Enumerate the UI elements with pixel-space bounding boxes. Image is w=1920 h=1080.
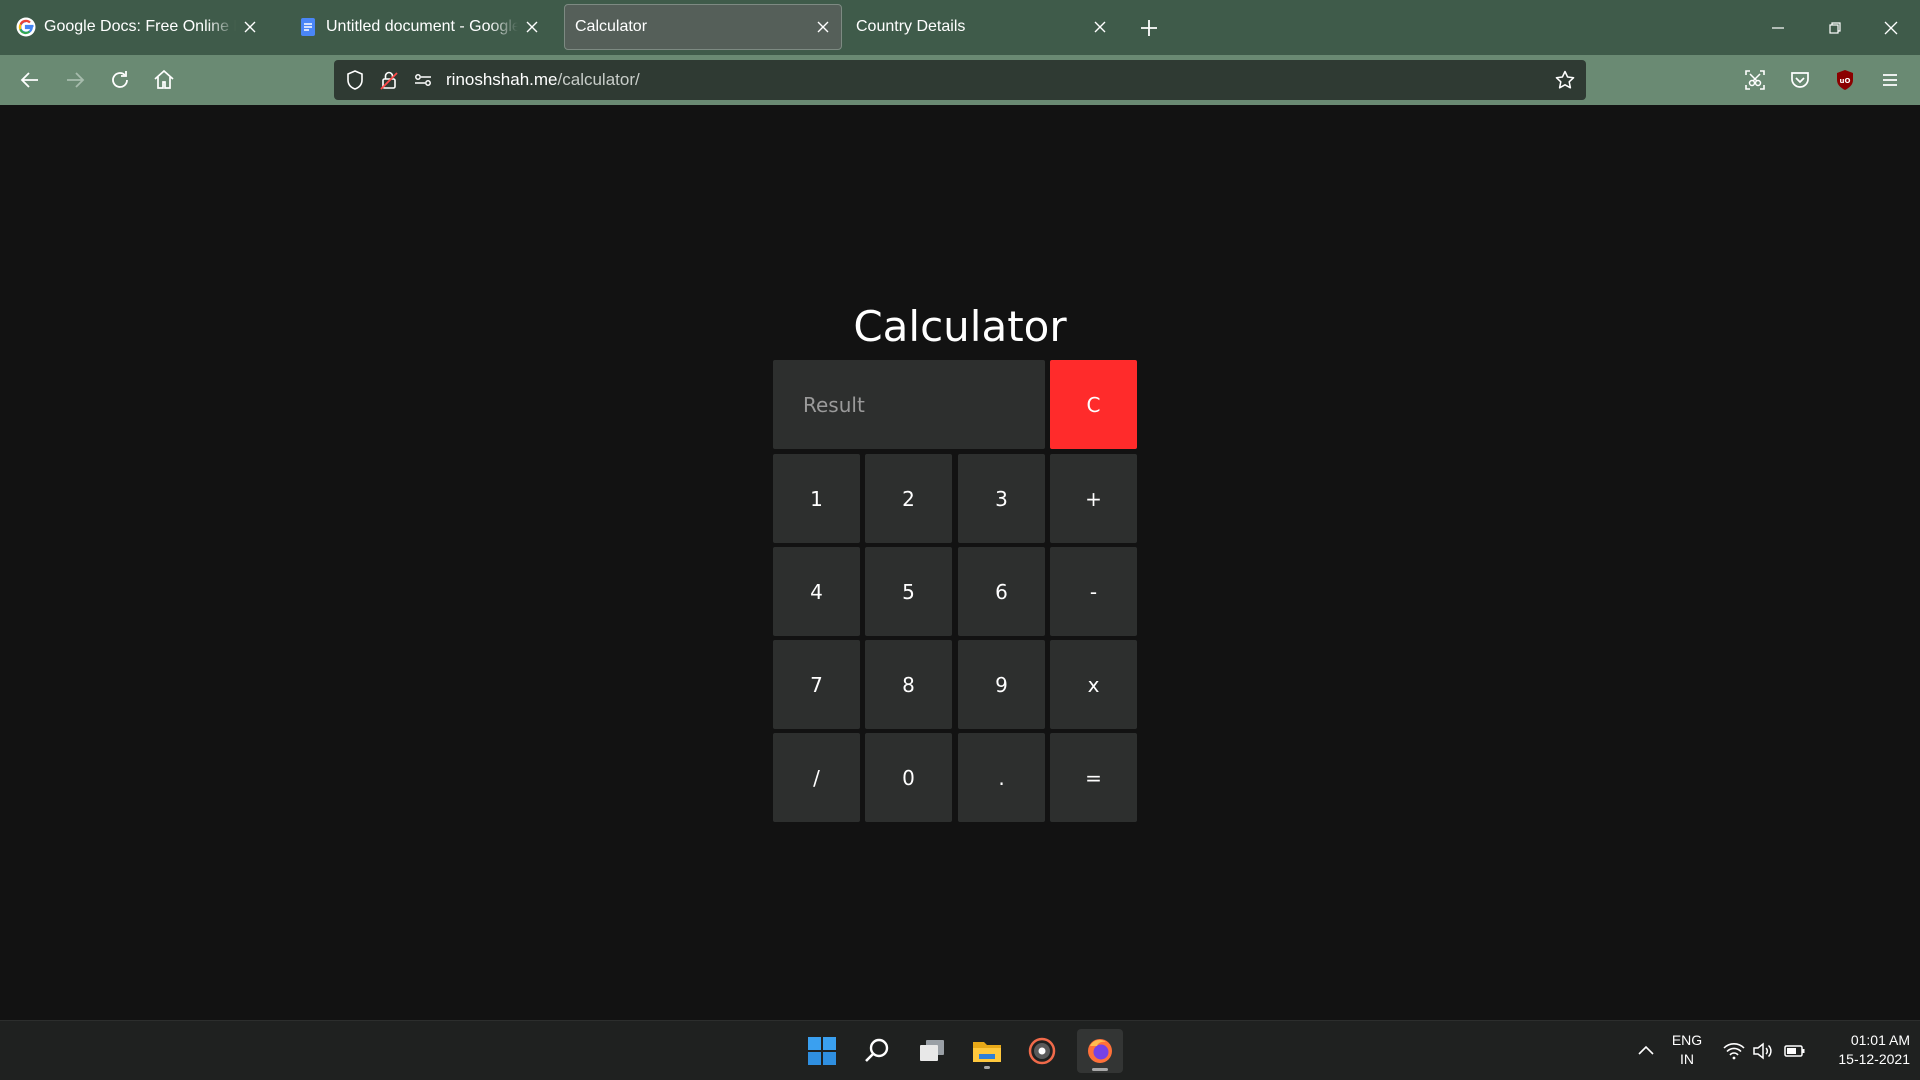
key-divide[interactable]: / (773, 733, 860, 822)
key-6[interactable]: 6 (958, 547, 1045, 636)
running-indicator (984, 1066, 990, 1069)
url-text[interactable]: rinoshshah.me/calculator/ (446, 60, 640, 100)
firefox-button[interactable] (1077, 1029, 1123, 1073)
svg-text:uO: uO (1840, 77, 1851, 85)
google-docs-icon (301, 18, 315, 36)
ublock-origin-icon[interactable]: uO (1832, 67, 1858, 93)
minimize-icon[interactable] (1765, 15, 1791, 41)
permissions-icon[interactable] (412, 69, 434, 91)
reload-icon[interactable] (107, 67, 133, 93)
close-icon[interactable] (1092, 19, 1108, 35)
key-8[interactable]: 8 (865, 640, 952, 729)
key-equals[interactable]: = (1050, 733, 1137, 822)
tab-google-docs-home[interactable]: Google Docs: Free Online Documents for P… (6, 4, 268, 50)
page-title: Calculator (853, 302, 1067, 351)
key-0[interactable]: 0 (865, 733, 952, 822)
tab-title: Calculator (575, 18, 648, 35)
address-bar[interactable]: rinoshshah.me/calculator/ (334, 60, 1586, 100)
language-code: ENG (1671, 1032, 1703, 1048)
navigation-toolbar: rinoshshah.me/calculator/ uO (0, 55, 1920, 105)
clear-button[interactable]: C (1050, 360, 1137, 449)
key-2[interactable]: 2 (865, 454, 952, 543)
url-domain: rinoshshah.me (446, 70, 558, 89)
key-5[interactable]: 5 (865, 547, 952, 636)
tab-title: Google Docs: Free Online Documents for P… (44, 18, 236, 35)
task-view-button[interactable] (912, 1031, 952, 1071)
key-multiply[interactable]: x (1050, 640, 1137, 729)
file-explorer-icon (973, 1042, 1001, 1062)
tab-title: Untitled document - Google Docs (326, 18, 518, 35)
firefox-icon (1088, 1039, 1112, 1063)
google-g-icon (16, 17, 36, 37)
home-icon[interactable] (151, 67, 177, 93)
result-field[interactable] (773, 360, 1045, 449)
start-button[interactable] (802, 1031, 842, 1071)
insecure-lock-icon[interactable] (378, 69, 400, 91)
search-button[interactable] (857, 1031, 897, 1071)
language-indicator[interactable]: ENG IN (1664, 1031, 1710, 1069)
show-hidden-icons-chevron-up-icon[interactable] (1634, 1039, 1658, 1063)
date: 15-12-2021 (1838, 1051, 1910, 1067)
tab-calculator[interactable]: Calculator (564, 4, 842, 50)
volume-icon[interactable] (1751, 1039, 1775, 1063)
page-content: Calculator C 1 2 3 + 4 5 6 - 7 8 9 x / 0… (0, 105, 1920, 1020)
key-7[interactable]: 7 (773, 640, 860, 729)
tab-title: Country Details (856, 18, 966, 35)
wifi-icon[interactable] (1722, 1039, 1746, 1063)
tab-country-details[interactable]: Country Details (846, 4, 1118, 50)
key-3[interactable]: 3 (958, 454, 1045, 543)
search-icon (865, 1038, 889, 1062)
clock[interactable]: 01:01 AM 15-12-2021 (1810, 1031, 1910, 1069)
key-4[interactable]: 4 (773, 547, 860, 636)
tracking-shield-icon[interactable] (344, 69, 366, 91)
screenshot-icon[interactable] (1742, 67, 1768, 93)
time: 01:01 AM (1850, 1032, 1910, 1048)
start-icon (808, 1037, 836, 1065)
close-icon[interactable] (242, 19, 258, 35)
url-path: /calculator/ (557, 70, 640, 89)
media-app-button[interactable] (1022, 1031, 1062, 1071)
new-tab-icon[interactable] (1136, 15, 1162, 41)
tab-untitled-document[interactable]: Untitled document - Google Docs (288, 4, 550, 50)
key-subtract[interactable]: - (1050, 547, 1137, 636)
bookmark-star-icon[interactable] (1554, 69, 1576, 91)
menu-icon[interactable] (1877, 67, 1903, 93)
battery-icon[interactable] (1783, 1039, 1807, 1063)
task-view-icon (920, 1040, 944, 1061)
tab-strip: Google Docs: Free Online Documents for P… (0, 0, 1920, 55)
region-code: IN (1680, 1051, 1694, 1067)
key-1[interactable]: 1 (773, 454, 860, 543)
key-add[interactable]: + (1050, 454, 1137, 543)
key-decimal[interactable]: . (958, 733, 1045, 822)
forward-icon[interactable] (62, 67, 88, 93)
close-window-icon[interactable] (1878, 15, 1904, 41)
active-indicator (1092, 1068, 1108, 1071)
file-explorer-button[interactable] (967, 1031, 1007, 1071)
media-app-icon (1028, 1037, 1056, 1065)
close-icon[interactable] (524, 19, 540, 35)
restore-icon[interactable] (1822, 15, 1848, 41)
back-icon[interactable] (17, 67, 43, 93)
pocket-icon[interactable] (1787, 67, 1813, 93)
taskbar: ENG IN 01:01 AM 15-12-2021 (0, 1020, 1920, 1080)
close-icon[interactable] (815, 19, 831, 35)
key-9[interactable]: 9 (958, 640, 1045, 729)
